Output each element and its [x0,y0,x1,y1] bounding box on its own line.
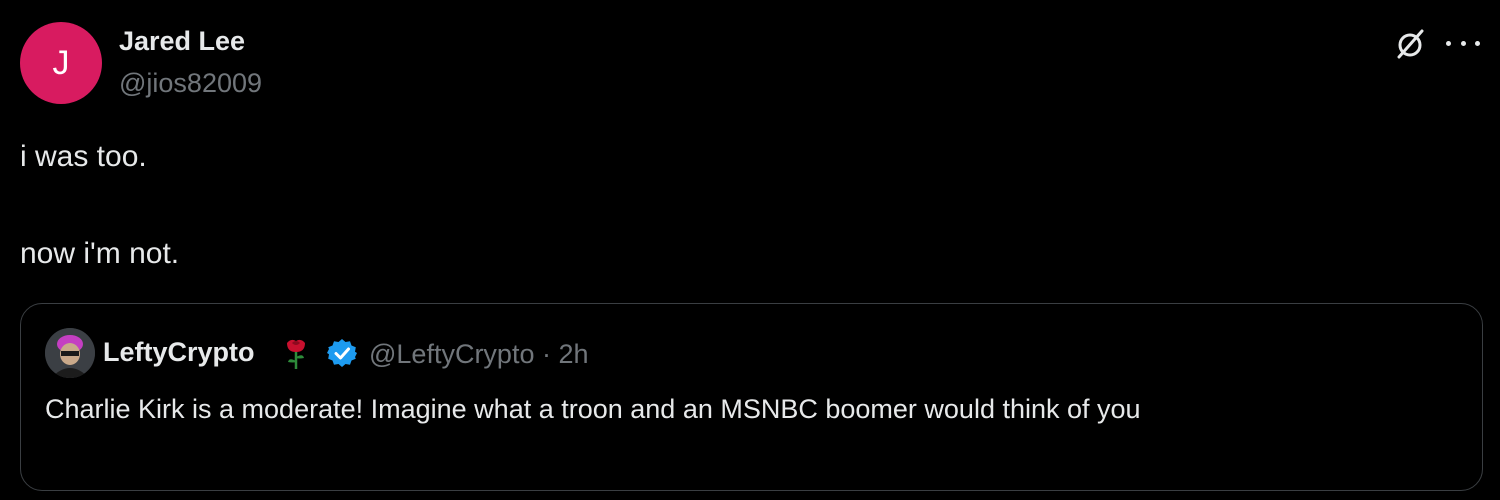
more-dots-icon[interactable] [1446,28,1480,58]
quoted-post-text: Charlie Kirk is a moderate! Imagine what… [45,394,1141,424]
post-text-line-2: now i'm not. [20,237,180,270]
avatar-letter: J [52,43,70,82]
author-display-name[interactable]: Jared Lee [119,26,245,57]
quoted-handle-time[interactable]: @LeftyCrypto · 2h [369,339,589,370]
verified-badge-icon [327,339,357,367]
quoted-avatar-image [45,328,95,378]
quoted-post[interactable]: LeftyCrypto @LeftyCrypto · 2h Charlie Ki… [20,303,1483,491]
author-handle[interactable]: @jios82009 [119,68,262,99]
quoted-avatar[interactable] [45,328,95,378]
post-text-line-1: i was too. [20,140,147,173]
grok-slash-circle-icon[interactable] [1392,26,1428,62]
avatar[interactable]: J [20,22,102,104]
post-card: J Jared Lee @jios82009 i was too. now i'… [0,0,1500,500]
rose-icon [287,339,305,369]
quoted-display-name[interactable]: LeftyCrypto [103,337,255,368]
